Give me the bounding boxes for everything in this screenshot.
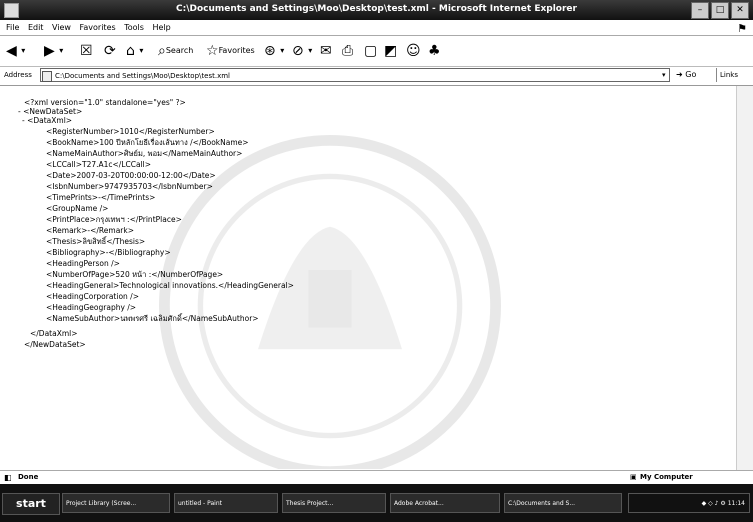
xml-line-isbnnumber: <IsbnNumber>9747935703</IsbnNumber> (46, 182, 213, 191)
history-icon: ⊘ (292, 43, 304, 59)
xml-node-newdataset-open[interactable]: - <NewDataSet> (18, 107, 82, 116)
media-button[interactable]: ⊛ ▾ (264, 41, 284, 61)
xml-line-namemainauthor: <NameMainAuthor>ศิษย์ม, พอม</NameMainAut… (46, 149, 243, 158)
xml-line-groupname: <GroupName /> (46, 204, 109, 213)
xml-line-namesubauthor: <NameSubAuthor>นพพรศรี เฉลิมศักดิ์</Name… (46, 314, 259, 323)
xml-line-lccall: <LCCall>T27.A1c</LCCall> (46, 160, 152, 169)
stop-button[interactable]: ☒ (80, 41, 93, 61)
menu-help[interactable]: Help (152, 21, 170, 35)
discuss-button[interactable]: ♣ (428, 41, 441, 61)
discuss-icon: ♣ (428, 43, 441, 59)
address-input[interactable]: C:\Documents and Settings\Moo\Desktop\te… (40, 68, 670, 82)
xml-line-timeprints: <TimePrints>-</TimePrints> (46, 193, 156, 202)
menu-view[interactable]: View (52, 21, 71, 35)
xml-document-view: <?xml version="1.0" standalone="yes" ?> … (0, 86, 735, 469)
menu-file[interactable]: File (6, 21, 19, 35)
address-bar: Address C:\Documents and Settings\Moo\De… (0, 67, 753, 86)
print-icon: ⎙ (342, 43, 354, 59)
edit-button[interactable]: ▢ (364, 41, 377, 61)
messenger-icon: ☺ (406, 43, 421, 59)
go-arrow-icon: ➜ (676, 70, 683, 79)
forward-arrow-icon: ▶ (44, 43, 55, 59)
windows-flag-icon: ⚑ (737, 22, 747, 35)
search-button[interactable]: ⌕Search (158, 41, 193, 61)
taskbar-item-thesis[interactable]: Thesis Project... (282, 493, 386, 513)
status-text: Done (18, 473, 39, 481)
stop-icon: ☒ (80, 43, 93, 59)
search-icon: ⌕ (158, 43, 166, 59)
taskbar-item-acrobat[interactable]: Adobe Acrobat... (390, 493, 500, 513)
xml-line-bookname: <BookName>100 ปีหลักโยธีเรื่องเส้นทาง /<… (46, 138, 249, 147)
clock: 11:14 (727, 500, 745, 507)
xml-line-remark: <Remark>-</Remark> (46, 226, 135, 235)
xml-line-registernumber: <RegisterNumber>1010</RegisterNumber> (46, 127, 215, 136)
media-icon: ⊛ (264, 43, 276, 59)
menu-bar: File Edit View Favorites Tools Help ⚑ (0, 21, 753, 36)
address-dropdown-icon[interactable]: ▾ (662, 71, 666, 79)
back-button[interactable]: ◀ ▾ (6, 41, 25, 61)
tray-icons[interactable]: ◆ ◇ ♪ ⚙ (702, 500, 728, 507)
title-bar: C:\Documents and Settings\Moo\Desktop\te… (0, 0, 753, 20)
xml-line-headingperson: <HeadingPerson /> (46, 259, 120, 268)
menu-tools[interactable]: Tools (124, 21, 144, 35)
page-done-icon: ◧ (4, 473, 12, 482)
xml-declaration: <?xml version="1.0" standalone="yes" ?> (24, 98, 186, 107)
xml-line-headingcorporation: <HeadingCorporation /> (46, 292, 139, 301)
toolbar: ◀ ▾ ▶ ▾ ☒ ⟳ ⌂ ▾ ⌕Search ☆Favorites ⊛ ▾ ⊘… (0, 36, 753, 67)
menu-favorites[interactable]: Favorites (80, 21, 116, 35)
refresh-icon: ⟳ (104, 43, 116, 59)
xml-node-newdataset-close: </NewDataSet> (24, 340, 86, 349)
xml-line-bibliography: <Bibliography>-</Bibliography> (46, 248, 171, 257)
xml-node-dataxml-close: </DataXml> (30, 329, 78, 338)
window-title: C:\Documents and Settings\Moo\Desktop\te… (176, 4, 577, 14)
xml-line-date: <Date>2007-03-20T00:00:00-12:00</Date> (46, 171, 216, 180)
go-button[interactable]: ➜ Go (676, 70, 696, 79)
mail-icon: ✉ (320, 43, 332, 59)
history-button[interactable]: ⊘ ▾ (292, 41, 312, 61)
taskbar-item-project-library[interactable]: Project Library (Scree... (62, 493, 170, 513)
start-button[interactable]: start (2, 493, 60, 515)
menu-edit[interactable]: Edit (28, 21, 44, 35)
back-arrow-icon: ◀ (6, 43, 17, 59)
forward-button[interactable]: ▶ ▾ (44, 41, 63, 61)
vertical-scrollbar[interactable] (736, 86, 753, 470)
research-icon: ◩ (384, 43, 398, 59)
computer-icon: ▣ (630, 473, 637, 481)
print-button[interactable]: ⎙ (342, 41, 353, 61)
refresh-button[interactable]: ⟳ (104, 41, 116, 61)
taskbar-item-ie-test-xml[interactable]: C:\Documents and S... (504, 493, 622, 513)
links-button[interactable]: Links (716, 68, 750, 82)
star-icon: ☆ (206, 43, 219, 59)
home-button[interactable]: ⌂ ▾ (126, 41, 143, 61)
maximize-button[interactable]: □ (711, 2, 729, 19)
xml-line-thesis: <Thesis>ลิขสิทธิ์</Thesis> (46, 237, 146, 246)
xml-line-headinggeneral: <HeadingGeneral>Technological innovation… (46, 281, 294, 290)
mail-button[interactable]: ✉ (320, 41, 332, 61)
close-button[interactable]: ✕ (731, 2, 749, 19)
xml-line-headinggeography: <HeadingGeography /> (46, 303, 137, 312)
taskbar: start Project Library (Scree... untitled… (0, 484, 753, 522)
edit-icon: ▢ (364, 43, 378, 59)
xml-line-numberofpage: <NumberOfPage>520 หน้า :</NumberOfPage> (46, 270, 224, 279)
status-bar: ◧ Done ▣ My Computer (0, 470, 753, 485)
system-tray: ◆ ◇ ♪ ⚙ 11:14 (628, 493, 750, 513)
taskbar-item-paint[interactable]: untitled - Paint (174, 493, 278, 513)
favorites-button[interactable]: ☆Favorites (206, 41, 255, 61)
xml-node-dataxml-open[interactable]: - <DataXml> (22, 116, 72, 125)
minimize-button[interactable]: – (691, 2, 709, 19)
address-label: Address (4, 71, 32, 79)
home-icon: ⌂ (126, 43, 135, 59)
xml-line-printplace: <PrintPlace>กรุงเทพฯ :</PrintPlace> (46, 215, 182, 224)
messenger-button[interactable]: ☺ (406, 41, 421, 61)
security-zone: My Computer (640, 473, 693, 481)
research-button[interactable]: ◩ (384, 41, 397, 61)
window-controls: – □ ✕ (691, 2, 749, 19)
page-icon (42, 71, 52, 82)
